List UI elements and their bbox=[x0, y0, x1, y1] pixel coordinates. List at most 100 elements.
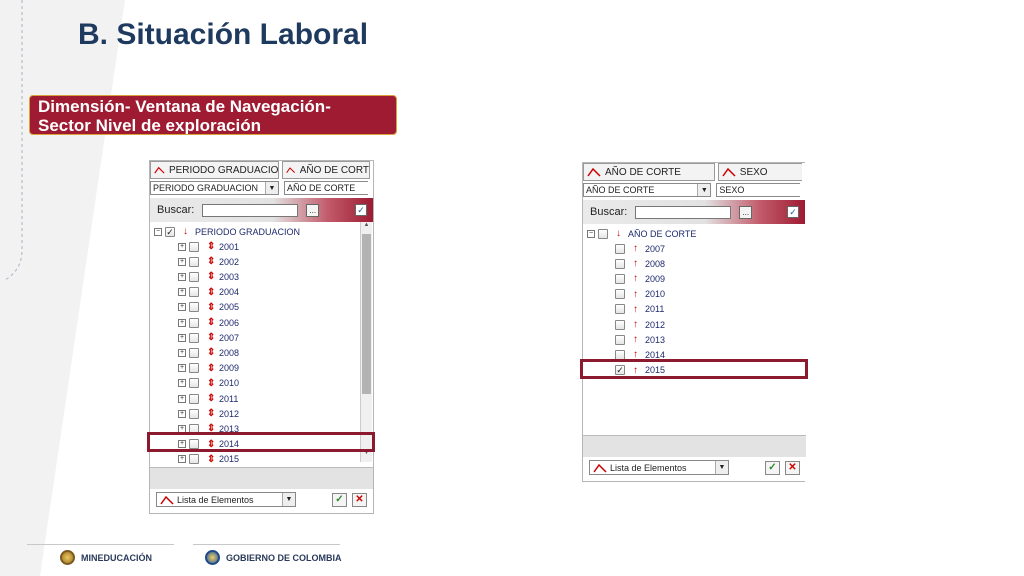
item-checkbox[interactable] bbox=[189, 363, 199, 374]
sort-both-icon[interactable]: ⇕ bbox=[207, 454, 219, 465]
item-checkbox[interactable] bbox=[615, 243, 625, 254]
collapse-icon[interactable]: − bbox=[154, 227, 162, 236]
expand-icon[interactable]: + bbox=[178, 303, 186, 312]
tab-ano-de-corte[interactable]: AÑO DE CORTE bbox=[583, 163, 715, 181]
item-checkbox[interactable] bbox=[189, 378, 199, 389]
item-checkbox[interactable] bbox=[615, 273, 625, 284]
tree-item-2005[interactable]: + ⇕ 2005 bbox=[178, 300, 239, 315]
tab-ano-de-corte[interactable]: AÑO DE CORT bbox=[282, 161, 370, 179]
item-checkbox[interactable] bbox=[615, 334, 625, 345]
search-options-button[interactable]: ... bbox=[306, 203, 320, 217]
tree-item-2013[interactable]: ↑ 2013 bbox=[615, 332, 665, 347]
sort-both-icon[interactable]: ⇕ bbox=[207, 378, 219, 389]
expand-icon[interactable]: + bbox=[178, 455, 186, 464]
sort-up-icon[interactable]: ↑ bbox=[633, 258, 645, 269]
item-checkbox[interactable] bbox=[615, 319, 625, 330]
tree-item-2002[interactable]: + ⇕ 2002 bbox=[178, 254, 239, 269]
item-checkbox[interactable] bbox=[189, 271, 199, 282]
expand-icon[interactable]: + bbox=[178, 364, 186, 373]
sort-both-icon[interactable]: ⇕ bbox=[207, 271, 219, 282]
item-checkbox[interactable] bbox=[189, 241, 199, 252]
sort-down-icon[interactable]: ↓ bbox=[183, 226, 195, 237]
view-mode-select[interactable]: Lista de Elementos ▼ bbox=[589, 460, 729, 475]
item-checkbox[interactable] bbox=[189, 347, 199, 358]
cancel-button[interactable]: ✕ bbox=[352, 492, 367, 507]
sort-up-icon[interactable]: ↑ bbox=[633, 273, 645, 284]
tree-item-2007[interactable]: ↑ 2007 bbox=[615, 241, 665, 256]
sort-up-icon[interactable]: ↑ bbox=[633, 334, 645, 345]
expand-icon[interactable]: + bbox=[178, 272, 186, 281]
sort-both-icon[interactable]: ⇕ bbox=[207, 332, 219, 343]
tree-item-2011[interactable]: ↑ 2011 bbox=[615, 302, 664, 317]
search-input[interactable] bbox=[202, 203, 299, 217]
collapse-icon[interactable]: − bbox=[587, 229, 595, 238]
expand-icon[interactable]: + bbox=[178, 409, 186, 418]
expand-icon[interactable]: + bbox=[178, 288, 186, 297]
root-checkbox[interactable] bbox=[598, 228, 608, 239]
item-checkbox[interactable] bbox=[615, 304, 625, 315]
expand-icon[interactable]: + bbox=[178, 333, 186, 342]
scroll-thumb[interactable] bbox=[362, 234, 371, 394]
item-checkbox[interactable] bbox=[189, 302, 199, 313]
sort-both-icon[interactable]: ⇕ bbox=[207, 347, 219, 358]
sort-up-icon[interactable]: ↑ bbox=[633, 289, 645, 300]
sort-up-icon[interactable]: ↑ bbox=[633, 319, 645, 330]
item-checkbox[interactable] bbox=[189, 408, 199, 419]
item-checkbox[interactable] bbox=[189, 287, 199, 298]
tree-scrollbar[interactable]: ▲ ▼ bbox=[360, 222, 372, 462]
item-checkbox[interactable] bbox=[615, 258, 625, 269]
hierarchy-select[interactable]: AÑO DE CORTE ▼ bbox=[583, 183, 712, 197]
sort-both-icon[interactable]: ⇕ bbox=[207, 317, 219, 328]
expand-icon[interactable]: + bbox=[178, 257, 186, 266]
select-all-icon[interactable]: ✓ bbox=[787, 206, 799, 218]
item-checkbox[interactable] bbox=[189, 317, 199, 328]
search-input[interactable] bbox=[635, 205, 732, 219]
sort-both-icon[interactable]: ⇕ bbox=[207, 408, 219, 419]
cancel-button[interactable]: ✕ bbox=[785, 460, 800, 475]
tree-item-2004[interactable]: + ⇕ 2004 bbox=[178, 285, 239, 300]
select-all-icon[interactable]: ✓ bbox=[355, 204, 367, 216]
expand-icon[interactable]: + bbox=[178, 242, 186, 251]
item-checkbox[interactable] bbox=[615, 289, 625, 300]
item-checkbox[interactable] bbox=[189, 332, 199, 343]
sort-up-icon[interactable]: ↑ bbox=[633, 243, 645, 254]
expand-icon[interactable]: + bbox=[178, 379, 186, 388]
tree-item-2010[interactable]: + ⇕ 2010 bbox=[178, 376, 239, 391]
tree-item-2001[interactable]: + ⇕ 2001 bbox=[178, 239, 239, 254]
expand-icon[interactable]: + bbox=[178, 394, 186, 403]
expand-icon[interactable]: + bbox=[178, 348, 186, 357]
tab-periodo-graduacion[interactable]: PERIODO GRADUACIO bbox=[150, 161, 280, 179]
tree-item-2010[interactable]: ↑ 2010 bbox=[615, 287, 665, 302]
item-checkbox[interactable] bbox=[189, 454, 199, 465]
sort-down-icon[interactable]: ↓ bbox=[616, 228, 628, 239]
sort-both-icon[interactable]: ⇕ bbox=[207, 287, 219, 298]
ok-button[interactable]: ✓ bbox=[332, 492, 347, 507]
tree-item-2007[interactable]: + ⇕ 2007 bbox=[178, 330, 239, 345]
root-checkbox[interactable]: ✓ bbox=[165, 226, 175, 237]
tree-item-2015[interactable]: + ⇕ 2015 bbox=[178, 452, 239, 467]
item-checkbox[interactable] bbox=[189, 256, 199, 267]
sort-up-icon[interactable]: ↑ bbox=[633, 304, 645, 315]
tree-item-2009[interactable]: + ⇕ 2009 bbox=[178, 361, 239, 376]
tree-item-2008[interactable]: ↑ 2008 bbox=[615, 256, 665, 271]
ok-button[interactable]: ✓ bbox=[765, 460, 780, 475]
sort-both-icon[interactable]: ⇕ bbox=[207, 302, 219, 313]
tree-item-2003[interactable]: + ⇕ 2003 bbox=[178, 269, 239, 284]
view-mode-select[interactable]: Lista de Elementos ▼ bbox=[156, 492, 296, 507]
hierarchy-select-2[interactable]: AÑO DE CORTE bbox=[283, 181, 368, 195]
hierarchy-select-2[interactable]: SEXO bbox=[716, 183, 800, 197]
item-checkbox[interactable] bbox=[189, 393, 199, 404]
sort-both-icon[interactable]: ⇕ bbox=[207, 363, 219, 374]
sort-both-icon[interactable]: ⇕ bbox=[207, 256, 219, 267]
tree-item-2012[interactable]: + ⇕ 2012 bbox=[178, 406, 239, 421]
tree-item-2012[interactable]: ↑ 2012 bbox=[615, 317, 665, 332]
tab-sexo[interactable]: SEXO bbox=[717, 163, 802, 181]
expand-icon[interactable]: + bbox=[178, 318, 186, 327]
tree-item-2009[interactable]: ↑ 2009 bbox=[615, 271, 665, 286]
sort-both-icon[interactable]: ⇕ bbox=[207, 241, 219, 252]
hierarchy-select[interactable]: PERIODO GRADUACION ▼ bbox=[150, 181, 279, 195]
tree-item-2008[interactable]: + ⇕ 2008 bbox=[178, 345, 239, 360]
sort-both-icon[interactable]: ⇕ bbox=[207, 393, 219, 404]
tree-item-2006[interactable]: + ⇕ 2006 bbox=[178, 315, 239, 330]
search-options-button[interactable]: ... bbox=[739, 205, 753, 219]
